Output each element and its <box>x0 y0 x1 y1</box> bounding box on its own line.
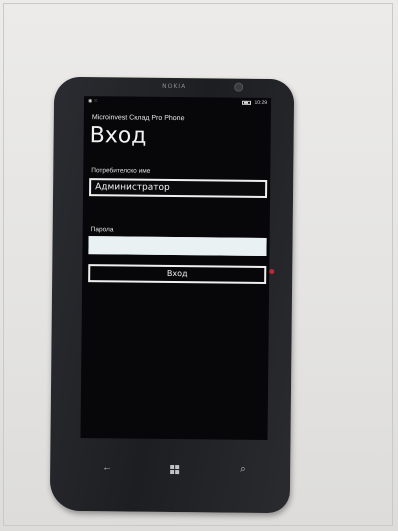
status-bar: ◉ ⁙ 10:29 <box>88 98 267 108</box>
red-indicator <box>269 269 275 275</box>
back-arrow-icon[interactable]: ← <box>102 462 112 473</box>
username-field[interactable]: Администратор <box>89 178 268 198</box>
windows-icon[interactable] <box>170 464 180 475</box>
search-icon[interactable]: ⌕ <box>240 464 246 475</box>
username-label: Потребителско име <box>91 167 151 175</box>
device-brand: NOKIA <box>162 82 187 91</box>
phone-screen: ◉ ⁙ 10:29 Microinvest Склад Pro Phone Вх… <box>80 96 272 441</box>
front-camera <box>234 82 244 92</box>
status-time: 10:29 <box>254 99 268 106</box>
status-right: 10:29 <box>242 100 267 106</box>
page-title: Вход <box>89 123 147 149</box>
login-button[interactable]: Вход <box>88 264 267 284</box>
password-field[interactable] <box>88 236 267 256</box>
password-label: Парола <box>90 226 114 234</box>
app-title: Microinvest Склад Pro Phone <box>91 114 185 123</box>
hardware-nav-bar: ← ⌕ <box>80 462 267 484</box>
status-icons: ◉ ⁙ <box>87 98 99 105</box>
phone-device: NOKIA ◉ ⁙ 10:29 Microinvest Склад Pro Ph… <box>49 76 295 514</box>
battery-icon <box>242 100 252 105</box>
